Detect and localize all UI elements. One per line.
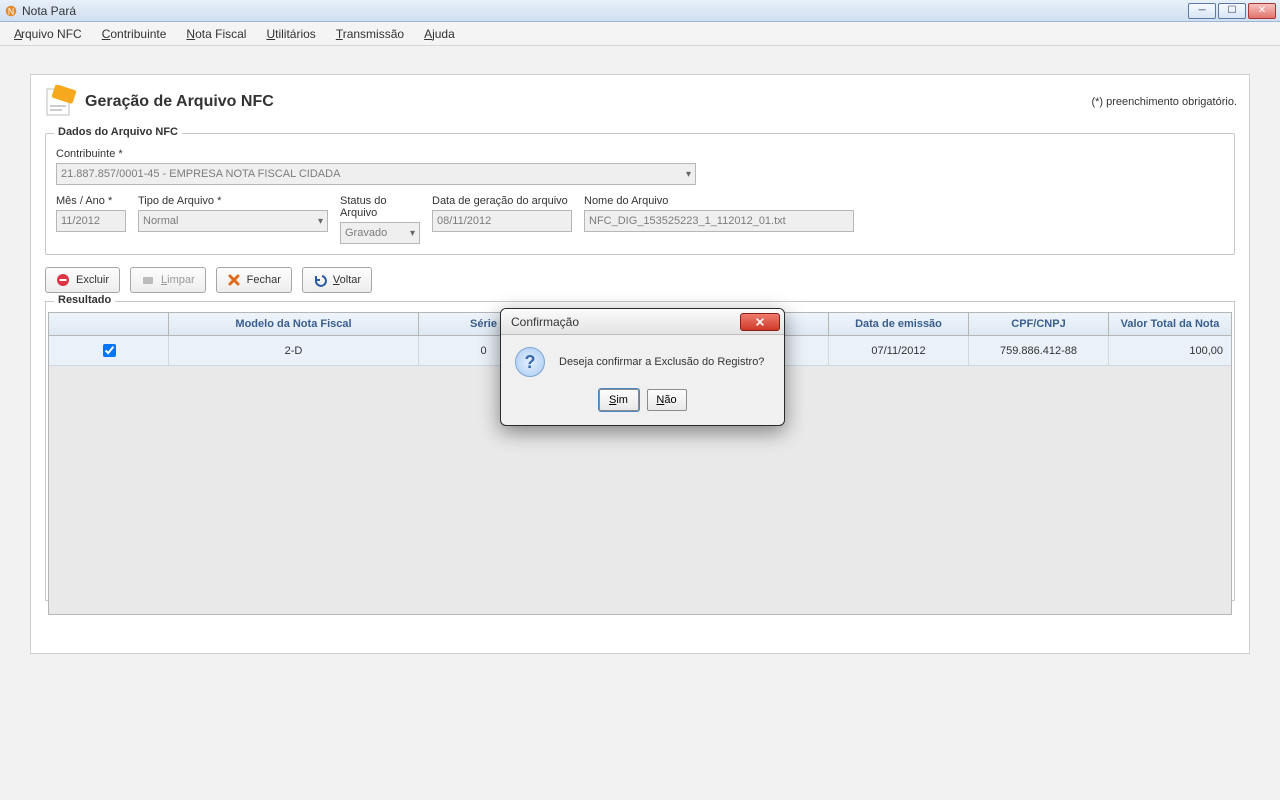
- contribuinte-select[interactable]: 21.887.857/0001-45 - EMPRESA NOTA FISCAL…: [56, 163, 696, 185]
- dialog-buttons: Sim Não: [501, 383, 784, 425]
- dataarq-label: Data de geração do arquivo: [432, 195, 572, 207]
- col-check-header[interactable]: [49, 313, 169, 335]
- question-icon: ?: [515, 347, 545, 377]
- dados-arquivo-legend: Dados do Arquivo NFC: [54, 126, 182, 138]
- confirm-dialog: Confirmação ? Deseja confirmar a Exclusã…: [500, 308, 785, 426]
- mesano-value: 11/2012: [61, 215, 100, 227]
- voltar-label: Voltar: [333, 274, 361, 286]
- chevron-down-icon: ▾: [410, 228, 415, 239]
- dialog-title: Confirmação: [511, 315, 579, 329]
- col-data-header[interactable]: Data de emissão: [829, 313, 969, 335]
- col-cpf-header[interactable]: CPF/CNPJ: [969, 313, 1109, 335]
- nomearq-label: Nome do Arquivo: [584, 195, 854, 207]
- excluir-label: Excluir: [76, 274, 109, 286]
- fechar-label: Fechar: [247, 274, 281, 286]
- dialog-body: ? Deseja confirmar a Exclusão do Registr…: [501, 335, 784, 383]
- fechar-button[interactable]: Fechar: [216, 267, 292, 293]
- maximize-button[interactable]: ☐: [1218, 3, 1246, 19]
- menu-ajuda[interactable]: Ajuda: [416, 25, 463, 43]
- contribuinte-value: 21.887.857/0001-45 - EMPRESA NOTA FISCAL…: [61, 168, 340, 180]
- menu-contribuinte[interactable]: Contribuinte: [94, 25, 175, 43]
- row-checkbox[interactable]: [103, 344, 116, 357]
- dataarq-value: 08/11/2012: [437, 215, 491, 227]
- status-label: Status do Arquivo: [340, 195, 420, 219]
- dialog-close-button[interactable]: [740, 313, 780, 331]
- app-icon: N: [4, 4, 18, 18]
- app-window: N Nota Pará ─ ☐ ✕ A/*placeholder to keep…: [0, 0, 1280, 800]
- svg-text:N: N: [8, 6, 14, 16]
- app-title: Nota Pará: [22, 4, 76, 18]
- mesano-input[interactable]: 11/2012: [56, 210, 126, 232]
- col-modelo-header[interactable]: Modelo da Nota Fiscal: [169, 313, 419, 335]
- menu-nota-fiscal[interactable]: Nota Fiscal: [178, 25, 254, 43]
- minimize-button[interactable]: ─: [1188, 3, 1216, 19]
- page-title: Geração de Arquivo NFC: [85, 93, 274, 111]
- col-valor-header[interactable]: Valor Total da Nota: [1109, 313, 1231, 335]
- close-window-button[interactable]: ✕: [1248, 3, 1276, 19]
- dialog-titlebar: Confirmação: [501, 309, 784, 335]
- nomearq-value: NFC_DIG_153525223_1_112012_01.txt: [589, 215, 786, 227]
- menu-bar: A/*placeholder to keep structure*/Arquiv…: [0, 22, 1280, 46]
- title-bar: N Nota Pará ─ ☐ ✕: [0, 0, 1280, 22]
- dialog-message: Deseja confirmar a Exclusão do Registro?: [559, 356, 764, 368]
- delete-icon: [56, 273, 70, 287]
- dados-arquivo-group: Dados do Arquivo NFC Contribuinte * 21.8…: [45, 133, 1235, 255]
- row-cpf: 759.886.412-88: [969, 336, 1109, 365]
- mesano-label: Mês / Ano *: [56, 195, 126, 207]
- limpar-label: Limpar: [161, 274, 195, 286]
- menu-arquivo-text: rquivo NFC: [21, 27, 82, 41]
- contribuinte-label: Contribuinte *: [56, 148, 696, 160]
- row-data: 07/11/2012: [829, 336, 969, 365]
- clear-icon: [141, 273, 155, 287]
- required-note: (*) preenchimento obrigatório.: [1091, 96, 1237, 108]
- panel-header: Geração de Arquivo NFC (*) preenchimento…: [31, 75, 1249, 133]
- chevron-down-icon: ▾: [686, 169, 691, 180]
- menu-arquivo-nfc[interactable]: A/*placeholder to keep structure*/Arquiv…: [6, 25, 90, 43]
- voltar-button[interactable]: Voltar: [302, 267, 372, 293]
- nao-button[interactable]: Não: [647, 389, 687, 411]
- tipo-label: Tipo de Arquivo *: [138, 195, 328, 207]
- row-modelo: 2-D: [169, 336, 419, 365]
- tipo-select[interactable]: Normal ▾: [138, 210, 328, 232]
- status-select[interactable]: Gravado ▾: [340, 222, 420, 244]
- excluir-button[interactable]: Excluir: [45, 267, 120, 293]
- tipo-value: Normal: [143, 215, 178, 227]
- nomearq-input[interactable]: NFC_DIG_153525223_1_112012_01.txt: [584, 210, 854, 232]
- menu-utilitarios[interactable]: Utilitários: [258, 25, 323, 43]
- row-valor: 100,00: [1109, 336, 1231, 365]
- row-checkbox-cell: [49, 336, 169, 365]
- action-bar: Excluir Limpar Fechar: [45, 267, 1235, 293]
- close-icon: [227, 273, 241, 287]
- chevron-down-icon: ▾: [318, 216, 323, 227]
- status-value: Gravado: [345, 227, 387, 239]
- undo-icon: [313, 273, 327, 287]
- dataarq-input[interactable]: 08/11/2012: [432, 210, 572, 232]
- menu-transmissao[interactable]: Transmissão: [328, 25, 412, 43]
- page-icon: [43, 85, 77, 119]
- sim-button[interactable]: Sim: [599, 389, 639, 411]
- resultado-legend: Resultado: [54, 294, 115, 306]
- window-controls: ─ ☐ ✕: [1188, 3, 1276, 19]
- limpar-button[interactable]: Limpar: [130, 267, 206, 293]
